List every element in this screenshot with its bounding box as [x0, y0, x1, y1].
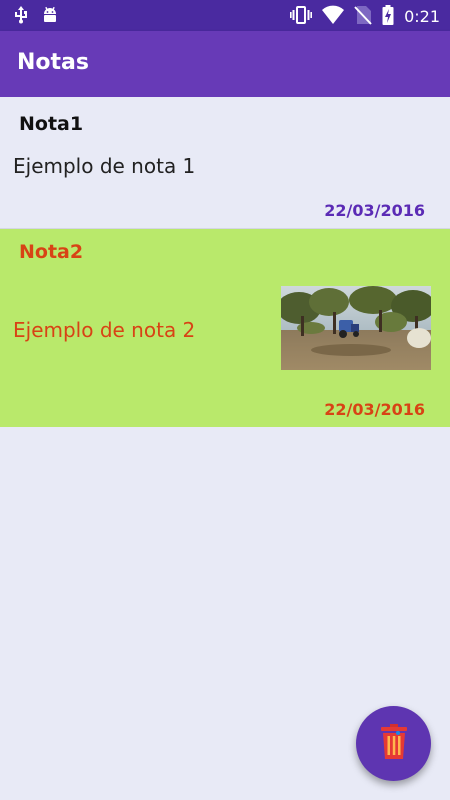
photo-thumbnail-icon: [281, 286, 431, 370]
usb-icon: [14, 6, 28, 28]
list-item-note-1[interactable]: Nota1 Ejemplo de nota 1 22/03/2016: [0, 97, 450, 228]
status-time: 0:21: [404, 7, 440, 26]
app-bar: Notas: [0, 31, 450, 97]
battery-charging-icon: [382, 5, 394, 29]
note-date: 22/03/2016: [324, 400, 425, 419]
trash-icon: [380, 723, 408, 764]
delete-fab-button[interactable]: [356, 706, 431, 781]
note-body: Ejemplo de nota 1: [13, 154, 196, 178]
note-date: 22/03/2016: [324, 201, 425, 220]
status-bar: 0:21: [0, 0, 450, 31]
note-title: Nota2: [19, 241, 84, 263]
no-sim-icon: [354, 5, 372, 29]
status-right-icons: 0:21: [290, 5, 440, 29]
wifi-icon: [322, 5, 345, 29]
note-title: Nota1: [19, 113, 84, 135]
list-item-note-2[interactable]: Nota2 Ejemplo de nota 2 22/03/2016: [0, 229, 450, 427]
status-left-icons: [14, 6, 58, 28]
android-debug-icon: [42, 6, 58, 28]
page-title: Notas: [17, 50, 89, 75]
note-body: Ejemplo de nota 2: [13, 318, 196, 342]
vibrate-icon: [290, 5, 313, 29]
